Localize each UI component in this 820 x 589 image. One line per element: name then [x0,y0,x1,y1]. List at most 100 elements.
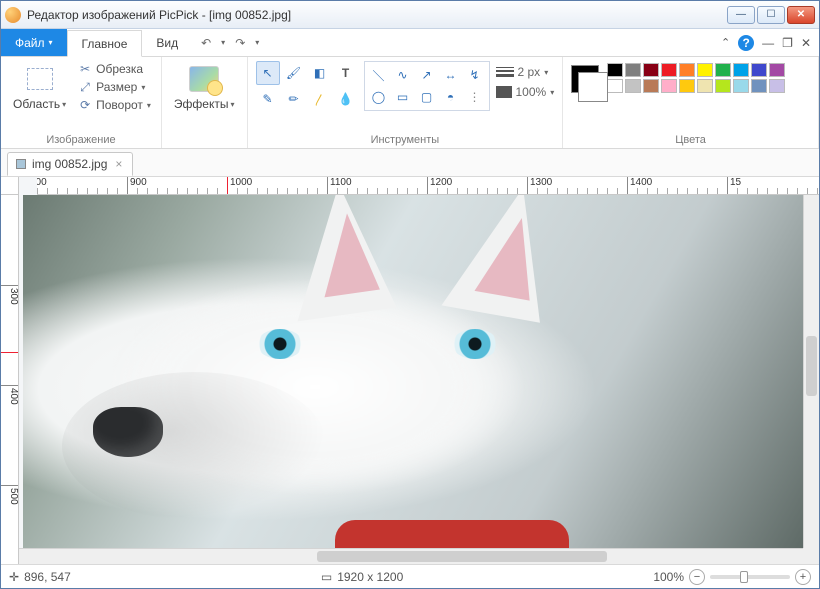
color-swatch[interactable] [715,63,731,77]
ribbon: Область▾ ✂Обрезка ⤢Размер▾ ⟳Поворот▾ Изо… [1,57,819,149]
double-arrow-shape[interactable]: ↔ [440,65,462,85]
fill-icon [496,86,512,98]
fill-opacity-button[interactable]: 100%▾ [496,85,555,99]
brush-tool[interactable]: 🖌 [282,61,306,85]
undo-button[interactable]: ↶ [201,36,211,50]
crop-button[interactable]: ✂Обрезка [76,61,153,77]
zoom-control: 100% − + [653,569,811,585]
resize-button[interactable]: ⤢Размер▾ [76,79,153,95]
select-area-button[interactable]: Область▾ [9,61,70,113]
vertical-ruler[interactable]: 300400500 [1,195,19,564]
ruler-tick: 300 [1,285,19,305]
mdi-restore-button[interactable]: ❐ [782,36,793,50]
color-swatch[interactable] [625,63,641,77]
zoom-value: 100% [653,570,684,584]
color-swatch[interactable] [607,79,623,93]
image-canvas[interactable] [23,195,803,548]
ellipse-shape[interactable]: ◯ [368,87,390,107]
eraser-tool[interactable]: ◧ [308,61,332,85]
color-swatch[interactable] [697,63,713,77]
more-shapes[interactable]: ⋮ [464,87,486,107]
current-colors[interactable]: ▾ [571,61,599,104]
pencil-tool[interactable]: ✎ [256,87,280,111]
shape-gallery: ＼ ∿ ↗ ↔ ↯ ◯ ▭ ▢ ◓ ⋮ [364,61,490,111]
callout-shape[interactable]: ◓ [440,87,462,107]
color-swatch[interactable] [733,63,749,77]
polyline-shape[interactable]: ↯ [464,65,486,85]
ribbon-tab-home[interactable]: Главное [67,30,143,57]
color-swatch[interactable] [661,63,677,77]
file-menu-label: Файл [15,36,45,50]
color-swatch[interactable] [679,79,695,93]
color-swatch[interactable] [625,79,641,93]
ruler-cursor-mark [227,177,228,195]
vertical-scrollbar[interactable] [803,195,819,548]
stroke-fill-controls: 2 px▾ 100%▾ [496,61,555,99]
marker-tool[interactable]: ✏ [282,87,306,111]
ruler-corner [1,177,19,195]
ruler-tick: 1200 [427,177,452,195]
zoom-in-button[interactable]: + [795,569,811,585]
minimize-button[interactable]: — [727,6,755,24]
mdi-minimize-button[interactable]: — [762,36,774,50]
rounded-rect-shape[interactable]: ▢ [416,87,438,107]
redo-dropdown-icon[interactable]: ▾ [255,38,259,47]
color-swatch[interactable] [643,63,659,77]
group-tools-label: Инструменты [256,132,555,146]
color-swatch[interactable] [769,79,785,93]
color-swatch[interactable] [715,79,731,93]
mdi-close-button[interactable]: ✕ [801,36,811,50]
help-button[interactable]: ? [738,35,754,51]
zoom-slider[interactable] [710,575,790,579]
text-tool[interactable]: T [334,61,358,85]
crosshair-icon: ✛ [9,570,19,584]
color-swatch[interactable] [607,63,623,77]
maximize-button[interactable]: ☐ [757,6,785,24]
app-window: Редактор изображений PicPick - [img 0085… [0,0,820,589]
stroke-width-button[interactable]: 2 px▾ [496,65,555,79]
rectangle-shape[interactable]: ▭ [392,87,414,107]
app-icon [5,7,21,23]
ruler-tick: 1300 [527,177,552,195]
color-swatch[interactable] [679,63,695,77]
foreground-background-swatch[interactable] [571,65,599,93]
group-tools: ↖ 🖌 ◧ T ✎ ✏ 〳 💧 ＼ ∿ ↗ ↔ ↯ ◯ ▭ [248,57,564,148]
document-tab[interactable]: img 00852.jpg × [7,152,133,176]
zoom-slider-knob[interactable] [740,571,748,583]
pointer-tool[interactable]: ↖ [256,61,280,85]
close-tab-button[interactable]: × [113,157,124,171]
window-title: Редактор изображений PicPick - [img 0085… [27,8,727,22]
effects-button[interactable]: Эффекты▾ [170,61,239,113]
scrollbar-thumb[interactable] [317,551,607,562]
redo-button[interactable]: ↷ [235,36,245,50]
ruler-tick: 1000 [227,177,252,195]
color-swatch[interactable] [733,79,749,93]
zoom-out-button[interactable]: − [689,569,705,585]
chevron-down-icon: ▾ [49,38,53,47]
color-swatch[interactable] [751,79,767,93]
eyedropper-tool[interactable]: 💧 [334,87,358,111]
line-shape[interactable]: ＼ [368,65,390,85]
color-swatch[interactable] [661,79,677,93]
scrollbar-thumb[interactable] [806,336,817,396]
close-button[interactable]: ✕ [787,6,815,24]
file-menu[interactable]: Файл ▾ [1,29,67,56]
curve-shape[interactable]: ∿ [392,65,414,85]
color-swatch[interactable] [751,63,767,77]
statusbar: ✛ 896, 547 ▭ 1920 x 1200 100% − + [1,564,819,588]
color-swatch[interactable] [643,79,659,93]
highlighter-tool[interactable]: 〳 [308,87,332,111]
doc-thumb-icon [16,159,26,169]
ruler-cursor-mark [1,352,19,353]
horizontal-scrollbar[interactable] [19,548,803,564]
draw-tools: ↖ 🖌 ◧ T ✎ ✏ 〳 💧 [256,61,358,111]
color-swatch[interactable] [769,63,785,77]
collapse-ribbon-icon[interactable]: ⌃ [721,36,730,49]
ribbon-tab-view[interactable]: Вид [142,29,193,56]
horizontal-ruler[interactable]: 8009001000110012001300140015 [37,177,819,195]
arrow-shape[interactable]: ↗ [416,65,438,85]
undo-dropdown-icon[interactable]: ▾ [221,38,225,47]
rotate-button[interactable]: ⟳Поворот▾ [76,97,153,113]
dimensions-icon: ▭ [321,570,332,584]
color-swatch[interactable] [697,79,713,93]
